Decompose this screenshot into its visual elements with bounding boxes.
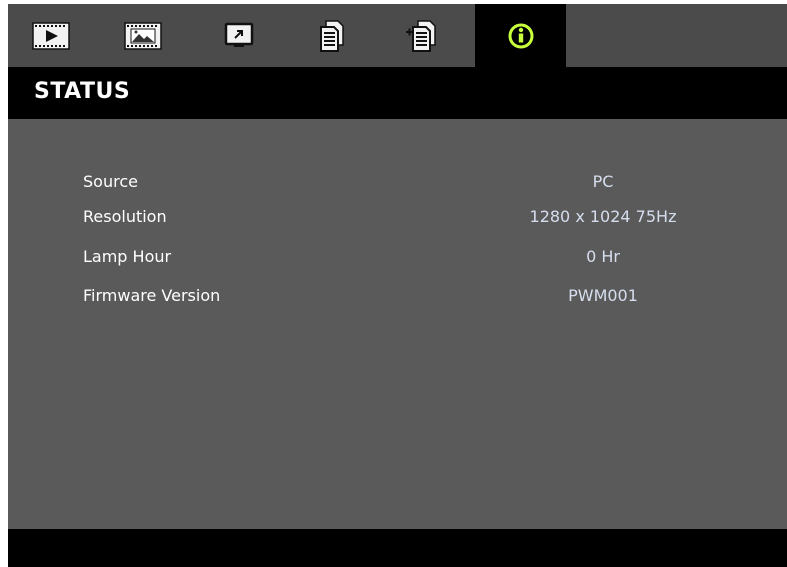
status-row-lamp-hour: Lamp Hour 0 Hr	[8, 245, 787, 271]
tab-display[interactable]	[206, 4, 272, 67]
status-label: Lamp Hour	[83, 247, 172, 266]
page-header: STATUS	[8, 67, 787, 119]
info-icon	[508, 23, 533, 48]
tab-status[interactable]	[475, 4, 566, 67]
video-icon	[32, 21, 70, 50]
status-label: Source	[83, 172, 138, 191]
status-row-resolution: Resolution 1280 x 1024 75Hz	[8, 205, 787, 231]
status-value: 1280 x 1024 75Hz	[529, 207, 677, 226]
tab-advanced-settings[interactable]	[388, 4, 454, 67]
osd-menu: STATUS Source PC Resolution 1280 x 1024 …	[8, 4, 787, 567]
status-label: Resolution	[83, 207, 167, 226]
document-add-icon	[406, 19, 436, 52]
image-icon	[124, 21, 162, 50]
status-panel: Source PC Resolution 1280 x 1024 75Hz La…	[8, 119, 787, 529]
tab-image[interactable]	[110, 4, 176, 67]
display-icon	[224, 22, 254, 47]
status-row-firmware-version: Firmware Version PWM001	[8, 284, 787, 310]
footer-bar	[8, 529, 787, 567]
status-value: 0 Hr	[586, 247, 620, 266]
tab-bar	[8, 4, 787, 67]
status-value: PC	[592, 172, 614, 191]
status-value: PWM001	[568, 286, 638, 305]
status-label: Firmware Version	[83, 286, 221, 305]
status-row-source: Source PC	[8, 170, 787, 196]
document-icon	[320, 19, 344, 52]
tab-video[interactable]	[18, 4, 84, 67]
page-title: STATUS	[34, 79, 131, 104]
tab-settings[interactable]	[298, 4, 364, 67]
